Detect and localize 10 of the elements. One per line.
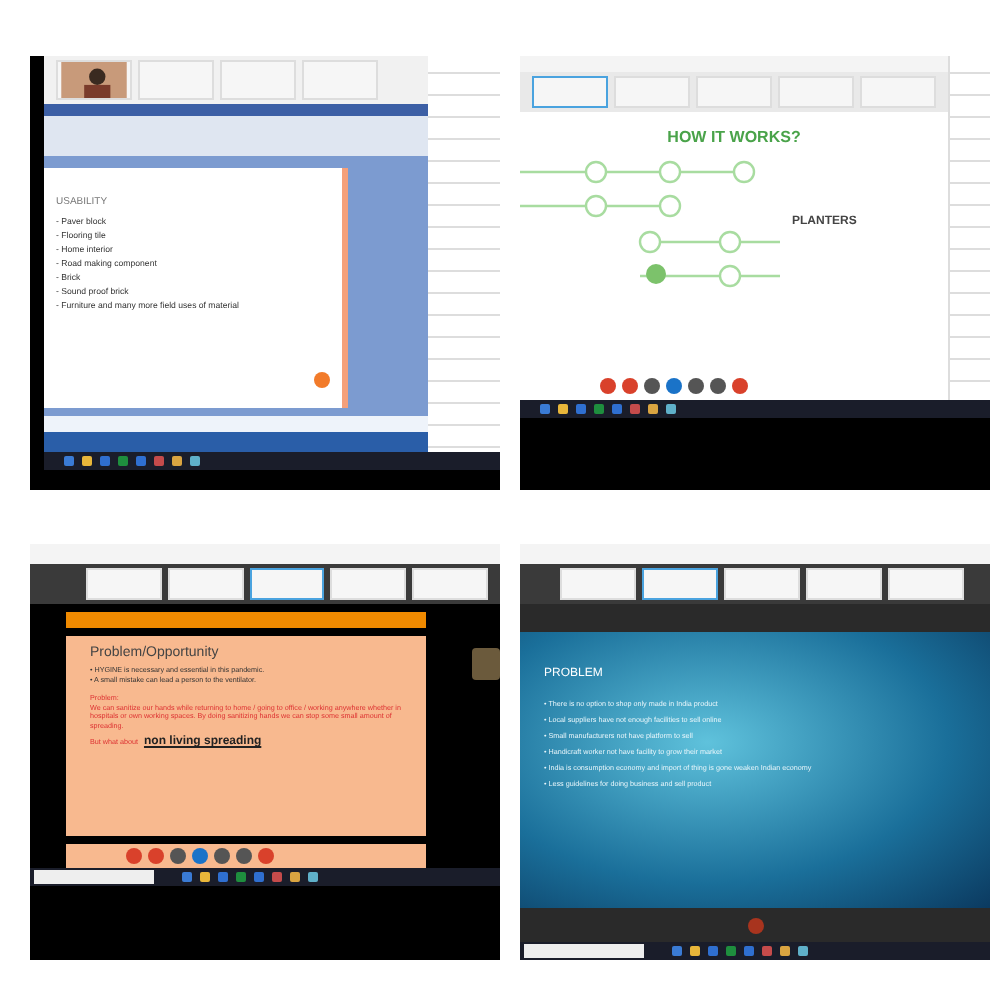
search-field[interactable] (524, 944, 644, 958)
camera-tile[interactable] (472, 648, 500, 680)
video-thumbnail[interactable] (532, 76, 608, 108)
pointer-dot-icon (314, 372, 330, 388)
person-icon (58, 62, 130, 98)
video-thumbnail[interactable] (642, 568, 718, 600)
search-field[interactable] (34, 870, 154, 884)
record-icon[interactable] (747, 917, 763, 933)
slide-title: HOW IT WORKS? (665, 128, 803, 146)
video-thumbnail[interactable] (249, 568, 325, 600)
